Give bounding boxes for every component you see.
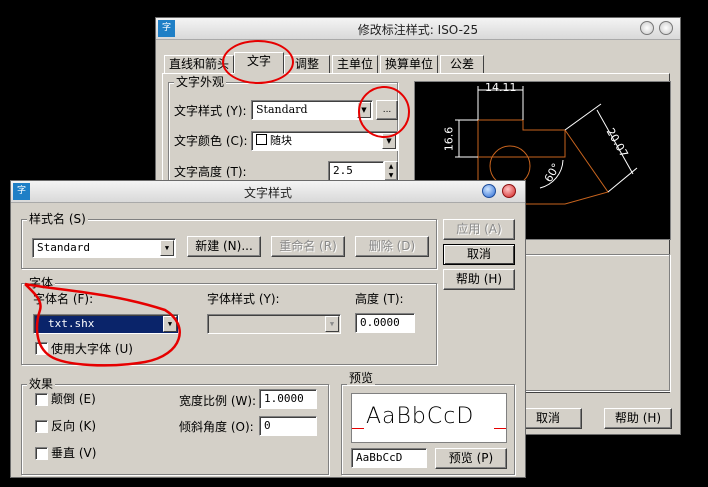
text-style-value: Standard: [256, 103, 308, 116]
help-button[interactable]: 帮助 (H): [443, 269, 515, 290]
text-color-value: 随块: [270, 134, 292, 147]
text-style-dropdown[interactable]: Standard ▼: [251, 100, 373, 120]
chevron-down-icon: ▼: [160, 240, 174, 256]
tab-lines-arrows[interactable]: 直线和箭头: [164, 55, 234, 74]
text-appearance-label: 文字外观: [174, 75, 227, 89]
style-name-label: 样式名 (S): [27, 212, 88, 226]
oblique-angle-label: 倾斜角度 (O):: [179, 420, 254, 434]
vertical-checkbox[interactable]: [35, 447, 48, 460]
width-factor-label: 宽度比例 (W):: [179, 394, 257, 408]
text-style-titlebar[interactable]: 字 文字样式: [11, 181, 525, 203]
close-button[interactable]: [502, 184, 516, 198]
oblique-angle-input[interactable]: 0: [259, 416, 317, 436]
tab-tolerances[interactable]: 公差: [440, 55, 484, 74]
apply-button[interactable]: 应用 (A): [443, 219, 515, 240]
tab-fit[interactable]: 调整: [284, 55, 330, 74]
chevron-down-icon: ▼: [382, 133, 396, 149]
text-height-label: 文字高度 (T):: [174, 165, 247, 179]
upside-down-checkbox[interactable]: [35, 393, 48, 406]
preview-sample-text: AaBbCcD: [366, 404, 475, 429]
dialog-title: 文字样式: [243, 186, 292, 200]
back-cancel-label: 取消: [535, 411, 560, 425]
width-factor-input[interactable]: 1.0000: [259, 389, 317, 409]
backwards-checkbox[interactable]: [35, 420, 48, 433]
text-style-label: 文字样式 (Y):: [174, 104, 247, 118]
preview-group-label: 预览: [347, 371, 376, 385]
dimension-style-titlebar[interactable]: 字 修改标注样式: ISO-25: [156, 18, 680, 40]
annotation-font-scribble: [24, 282, 181, 367]
close-button[interactable]: [659, 21, 673, 35]
font-preview-box: AaBbCcD: [351, 393, 507, 443]
height-label: 高度 (T):: [355, 292, 404, 306]
help-title-button[interactable]: [482, 184, 496, 198]
dialog-title: 修改标注样式: ISO-25: [357, 23, 479, 37]
rename-style-button[interactable]: 重命名 (R): [271, 236, 345, 257]
color-swatch-icon: [256, 134, 267, 145]
preview-button[interactable]: 预览 (P): [435, 448, 507, 469]
minimize-button[interactable]: [640, 21, 654, 35]
cancel-button[interactable]: 取消: [443, 244, 515, 265]
preview-baseline-left: [352, 428, 364, 429]
back-help-button[interactable]: 帮助 (H): [604, 408, 672, 429]
preview-text-input[interactable]: AaBbCcD: [351, 448, 427, 468]
delete-style-button[interactable]: 删除 (D): [355, 236, 429, 257]
preview-baseline-right: [494, 428, 506, 429]
tab-alternate-units[interactable]: 换算单位: [380, 55, 438, 74]
font-style-dropdown[interactable]: ▼: [207, 314, 341, 334]
style-name-dropdown[interactable]: Standard ▼: [32, 238, 176, 258]
chevron-down-icon: ▼: [357, 102, 371, 118]
vertical-label: 垂直 (V): [51, 446, 97, 460]
tab-text[interactable]: 文字: [234, 52, 284, 74]
preview-dim-top: 14.11: [485, 81, 517, 94]
font-style-label: 字体样式 (Y):: [207, 292, 280, 306]
height-input[interactable]: 0.0000: [355, 313, 415, 333]
preview-dim-left: 16.6: [442, 126, 456, 152]
new-style-button[interactable]: 新建 (N)...: [187, 236, 261, 257]
backwards-label: 反向 (K): [51, 419, 97, 433]
text-height-spinner[interactable]: ▲ ▼: [384, 161, 398, 181]
text-height-input[interactable]: 2.5: [328, 161, 384, 181]
text-style-more-button[interactable]: ...: [376, 100, 398, 120]
style-name-value: Standard: [37, 241, 90, 254]
text-color-dropdown[interactable]: 随块 ▼: [251, 131, 398, 151]
text-color-label: 文字颜色 (C):: [174, 134, 248, 148]
chevron-down-icon: ▼: [325, 316, 339, 332]
upside-down-label: 颠倒 (E): [51, 392, 96, 406]
tab-primary-units[interactable]: 主单位: [332, 55, 378, 74]
